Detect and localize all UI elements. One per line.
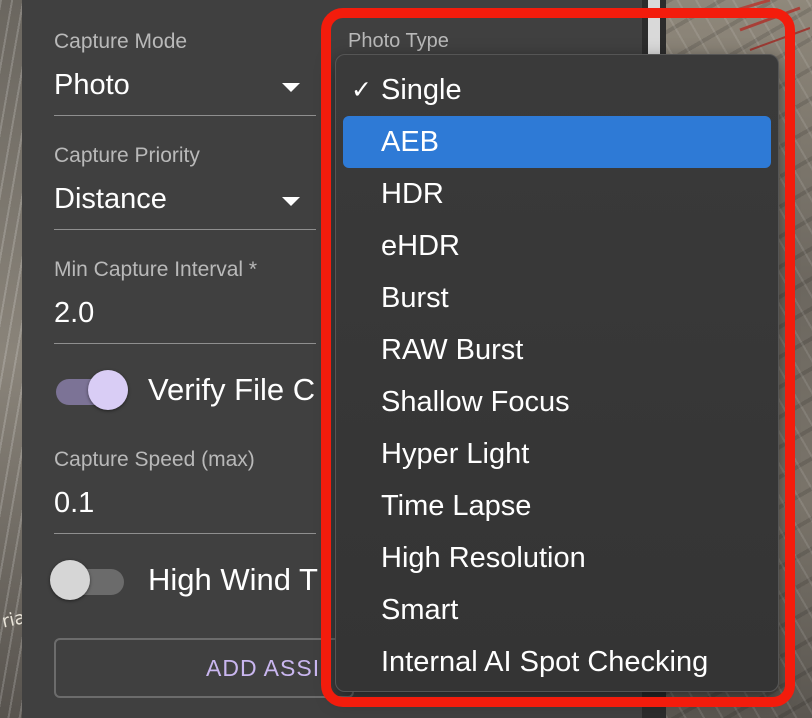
capture-priority-select[interactable]: Capture Priority Distance xyxy=(54,144,316,230)
capture-priority-label: Capture Priority xyxy=(54,144,200,167)
capture-mode-value: Photo xyxy=(54,69,130,101)
photo-type-dropdown-menu[interactable]: ✓ Single AEB HDR eHDR Burst RAW Burst Sh… xyxy=(335,54,779,692)
capture-mode-label: Capture Mode xyxy=(54,30,188,53)
verify-file-toggle-row[interactable]: Verify File C xyxy=(54,368,354,412)
menu-item-hdr[interactable]: HDR xyxy=(343,168,771,220)
menu-item-internal-ai-spot-checking[interactable]: Internal AI Spot Checking xyxy=(343,636,771,688)
menu-item-label: Shallow Focus xyxy=(381,386,570,418)
add-asset-button-label: ADD ASSI xyxy=(206,654,321,681)
menu-item-aeb[interactable]: AEB xyxy=(343,116,771,168)
high-wind-label: High Wind T xyxy=(148,562,318,597)
menu-item-label: AEB xyxy=(381,126,440,158)
capture-speed-input[interactable]: Capture Speed (max) 0.1 xyxy=(54,448,316,534)
capture-speed-label: Capture Speed (max) xyxy=(54,448,255,471)
menu-item-label: Burst xyxy=(381,282,449,314)
verify-file-label: Verify File C xyxy=(148,372,316,407)
menu-item-label: Single xyxy=(381,74,462,106)
menu-item-high-resolution[interactable]: High Resolution xyxy=(343,532,771,584)
menu-item-label: Hyper Light xyxy=(381,438,530,470)
field-underline xyxy=(54,115,316,116)
verify-file-toggle-thumb[interactable] xyxy=(88,370,128,410)
min-capture-interval-label: Min Capture Interval * xyxy=(54,258,258,281)
map-feature-marks xyxy=(730,0,810,51)
field-underline xyxy=(54,533,316,534)
menu-item-label: RAW Burst xyxy=(381,334,524,366)
menu-item-single[interactable]: ✓ Single xyxy=(343,64,771,116)
menu-item-label: Internal AI Spot Checking xyxy=(381,646,709,678)
photo-type-label: Photo Type xyxy=(348,30,449,52)
menu-item-label: HDR xyxy=(381,178,444,210)
chevron-down-icon xyxy=(282,83,300,92)
capture-priority-value: Distance xyxy=(54,183,167,215)
min-capture-interval-input[interactable]: Min Capture Interval * 2.0 xyxy=(54,258,316,344)
menu-item-ehdr[interactable]: eHDR xyxy=(343,220,771,272)
menu-item-hyper-light[interactable]: Hyper Light xyxy=(343,428,771,480)
field-underline xyxy=(54,343,316,344)
menu-item-label: High Resolution xyxy=(381,542,586,574)
chevron-down-icon xyxy=(282,197,300,206)
menu-item-smart[interactable]: Smart xyxy=(343,584,771,636)
menu-item-label: Time Lapse xyxy=(381,490,532,522)
menu-item-burst[interactable]: Burst xyxy=(343,272,771,324)
menu-item-label: eHDR xyxy=(381,230,460,262)
field-underline xyxy=(54,229,316,230)
menu-item-label: Smart xyxy=(381,594,459,626)
menu-item-raw-burst[interactable]: RAW Burst xyxy=(343,324,771,376)
menu-item-time-lapse[interactable]: Time Lapse xyxy=(343,480,771,532)
checkmark-icon: ✓ xyxy=(351,75,372,104)
high-wind-toggle-thumb[interactable] xyxy=(50,560,90,600)
high-wind-toggle-row[interactable]: High Wind T xyxy=(50,558,354,602)
capture-speed-value[interactable]: 0.1 xyxy=(54,486,316,520)
add-asset-button[interactable]: ADD ASSI xyxy=(54,638,354,698)
scrollbar-thumb[interactable] xyxy=(648,0,660,60)
min-capture-interval-value[interactable]: 2.0 xyxy=(54,296,316,330)
capture-mode-select[interactable]: Capture Mode Photo xyxy=(54,30,316,116)
menu-item-shallow-focus[interactable]: Shallow Focus xyxy=(343,376,771,428)
